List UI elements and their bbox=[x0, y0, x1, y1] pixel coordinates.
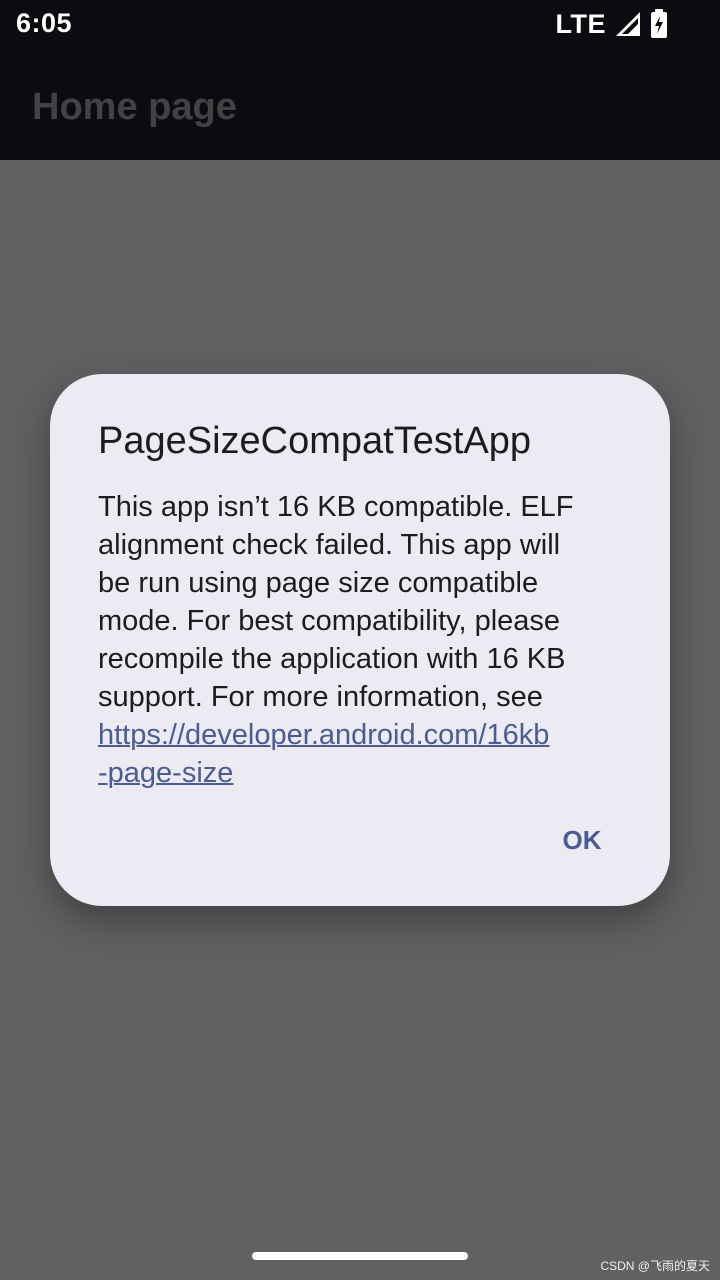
dialog-info-link[interactable]: https://developer.android.com/16kb -page… bbox=[98, 719, 549, 789]
dialog-message-text: This app isn’t 16 KB compatible. ELF ali… bbox=[98, 491, 574, 713]
compatibility-dialog: PageSizeCompatTestApp This app isn’t 16 … bbox=[50, 374, 670, 906]
signal-icon bbox=[616, 12, 640, 36]
battery-charging-icon bbox=[651, 9, 667, 38]
app-bar: Home page bbox=[0, 50, 720, 160]
ok-button[interactable]: OK bbox=[550, 816, 614, 864]
status-indicators: LTE bbox=[556, 8, 669, 40]
status-time: 6:05 bbox=[16, 8, 73, 38]
home-gesture-bar[interactable] bbox=[252, 1252, 468, 1260]
screen: 6:05 LTE Home page PageSizeCompatTestApp… bbox=[0, 0, 720, 1280]
dialog-title: PageSizeCompatTestApp bbox=[98, 420, 532, 462]
status-bar: 6:05 LTE bbox=[0, 0, 720, 50]
page-title: Home page bbox=[32, 86, 237, 128]
network-type: LTE bbox=[555, 9, 606, 39]
dialog-message: This app isn’t 16 KB compatible. ELF ali… bbox=[98, 488, 626, 792]
watermark: CSDN @飞雨的夏天 bbox=[600, 1259, 710, 1273]
